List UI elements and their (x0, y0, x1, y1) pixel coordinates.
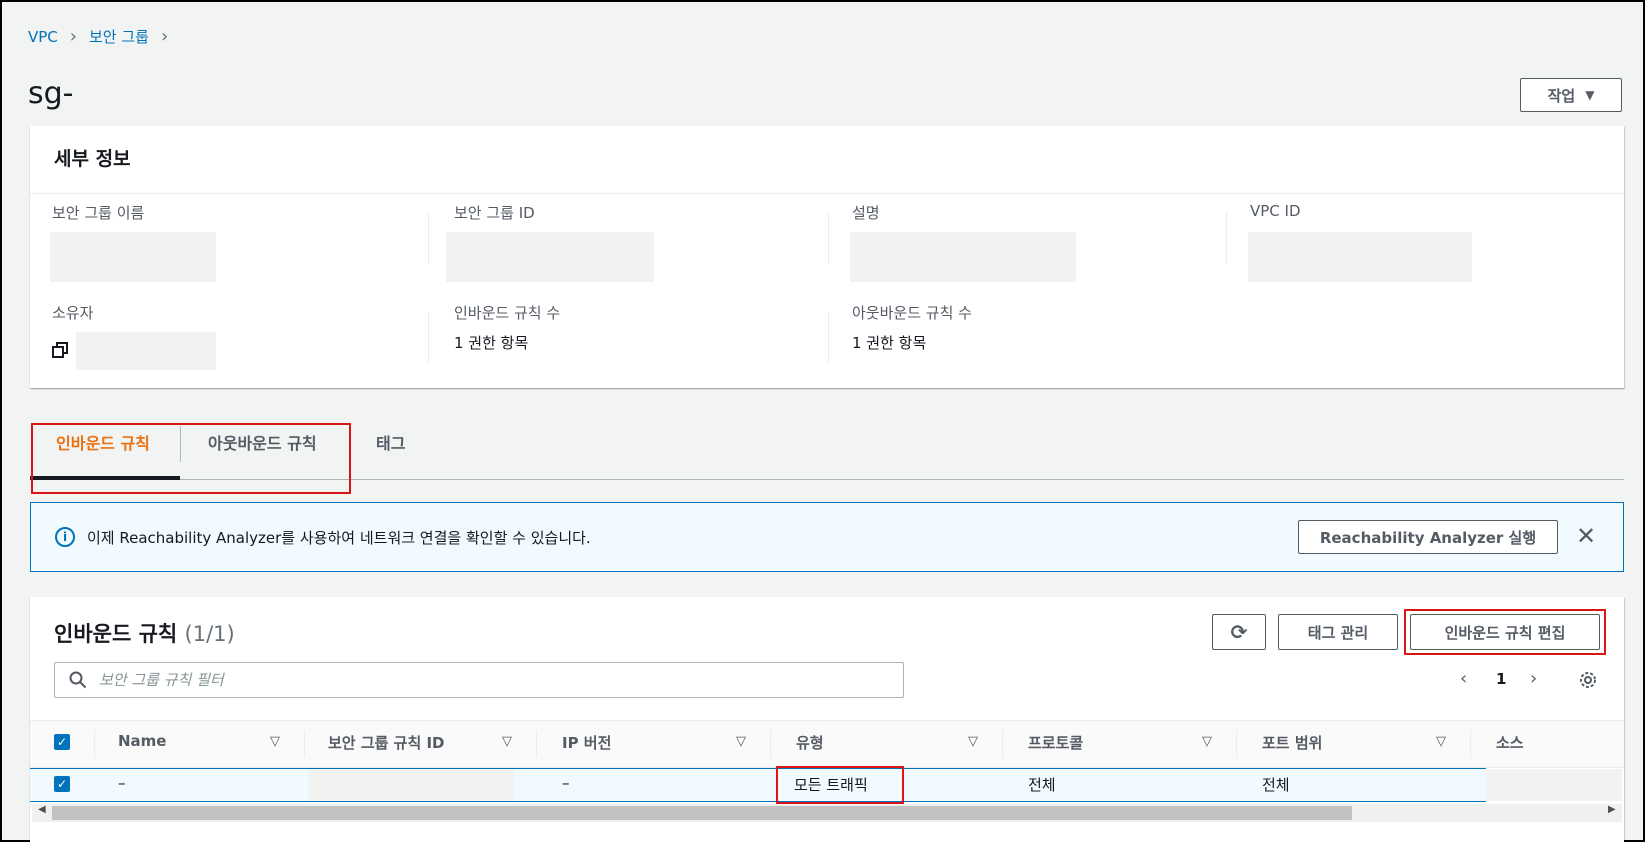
column-divider (1226, 212, 1227, 264)
cell-ip-version: – (562, 774, 570, 792)
column-separator (304, 730, 305, 758)
column-header-rule-id[interactable]: 보안 그룹 규칙 ID (328, 732, 445, 753)
column-header-protocol[interactable]: 프로토콜 (1028, 732, 1083, 753)
sort-caret-icon[interactable]: ▽ (736, 734, 746, 749)
settings-icon[interactable] (1578, 670, 1598, 690)
rules-count: (1/1) (184, 622, 235, 646)
next-page-icon[interactable]: › (1530, 668, 1537, 689)
vpc-id-label: VPC ID (1250, 202, 1301, 220)
breadcrumb-security-groups-link[interactable]: 보안 그룹 (89, 26, 149, 47)
column-header-ip-version[interactable]: IP 버전 (562, 732, 611, 753)
sg-name-label: 보안 그룹 이름 (52, 204, 145, 222)
breadcrumb: VPC › 보안 그룹 › (28, 26, 180, 47)
column-separator (1236, 730, 1237, 758)
rules-filter (54, 662, 904, 698)
sort-caret-icon[interactable]: ▽ (1436, 734, 1446, 749)
scroll-left-icon[interactable]: ◀ (38, 804, 46, 815)
scrollbar-thumb[interactable] (52, 806, 1352, 820)
outbound-count-label: 아웃바운드 규칙 수 (852, 304, 972, 322)
column-separator (536, 730, 537, 758)
column-separator (1470, 730, 1471, 758)
highlight-box-edit (1404, 609, 1606, 655)
alert-text: 이제 Reachability Analyzer를 사용하여 네트워크 연결을 … (87, 528, 591, 547)
tab-tags[interactable]: 태그 (376, 430, 405, 454)
cell-rule-id (308, 769, 514, 801)
cell-name: – (118, 774, 126, 792)
column-header-type[interactable]: 유형 (796, 732, 824, 753)
column-divider (428, 312, 429, 364)
page-title: sg- (28, 76, 74, 111)
scroll-right-icon[interactable]: ▶ (1608, 804, 1616, 815)
inbound-count-label: 인바운드 규칙 수 (454, 304, 561, 322)
actions-button[interactable]: 작업 ▼ (1520, 78, 1622, 112)
details-title: 세부 정보 (30, 126, 1624, 194)
chevron-right-icon: › (69, 26, 77, 47)
actions-button-label: 작업 (1547, 86, 1576, 105)
info-icon: i (55, 527, 75, 547)
outbound-count-value: 1 권한 항목 (852, 334, 927, 352)
sg-id-value (446, 232, 654, 282)
prev-page-icon[interactable]: ‹ (1460, 668, 1467, 689)
inbound-count-value: 1 권한 항목 (454, 334, 529, 352)
sort-caret-icon[interactable]: ▽ (1202, 734, 1212, 749)
close-icon[interactable]: ✕ (1576, 522, 1596, 550)
rules-title: 인바운드 규칙 (1/1) (54, 618, 235, 648)
reachability-analyzer-button[interactable]: Reachability Analyzer 실행 (1298, 520, 1558, 554)
rules-filter-input[interactable] (99, 671, 879, 689)
cell-source (1486, 769, 1622, 801)
manage-tags-button[interactable]: 태그 관리 (1278, 614, 1398, 650)
chevron-right-icon: › (160, 26, 169, 47)
copy-icon[interactable] (52, 342, 68, 358)
owner-label: 소유자 (52, 304, 94, 322)
owner-value (76, 332, 216, 370)
cell-port-range: 전체 (1262, 776, 1290, 794)
refresh-icon: ⟳ (1230, 620, 1248, 644)
description-label: 설명 (852, 204, 880, 222)
column-separator (1002, 730, 1003, 758)
search-icon (69, 671, 87, 689)
column-header-source[interactable]: 소스 (1496, 732, 1524, 753)
highlight-box-type (776, 766, 904, 804)
vpc-id-value (1248, 232, 1472, 282)
column-header-port-range[interactable]: 포트 범위 (1262, 732, 1322, 753)
column-separator (94, 730, 95, 758)
cell-protocol: 전체 (1028, 776, 1056, 794)
column-header-name[interactable]: Name (118, 732, 166, 750)
sg-id-label: 보안 그룹 ID (454, 204, 535, 222)
refresh-button[interactable]: ⟳ (1212, 614, 1266, 650)
page-number[interactable]: 1 (1496, 670, 1506, 688)
sort-caret-icon[interactable]: ▽ (502, 734, 512, 749)
column-divider (428, 212, 429, 264)
breadcrumb-vpc-link[interactable]: VPC (28, 28, 58, 46)
select-all-checkbox[interactable]: ✓ (54, 734, 70, 750)
sort-caret-icon[interactable]: ▽ (968, 734, 978, 749)
description-value (850, 232, 1076, 282)
caret-down-icon: ▼ (1585, 88, 1595, 102)
sg-name-value (50, 232, 216, 282)
column-divider (828, 312, 829, 364)
column-separator (770, 730, 771, 758)
highlight-box-tabs (31, 423, 351, 494)
row-checkbox[interactable]: ✓ (54, 776, 70, 792)
rules-title-text: 인바운드 규칙 (54, 622, 178, 646)
column-divider (828, 212, 829, 264)
sort-caret-icon[interactable]: ▽ (270, 734, 280, 749)
